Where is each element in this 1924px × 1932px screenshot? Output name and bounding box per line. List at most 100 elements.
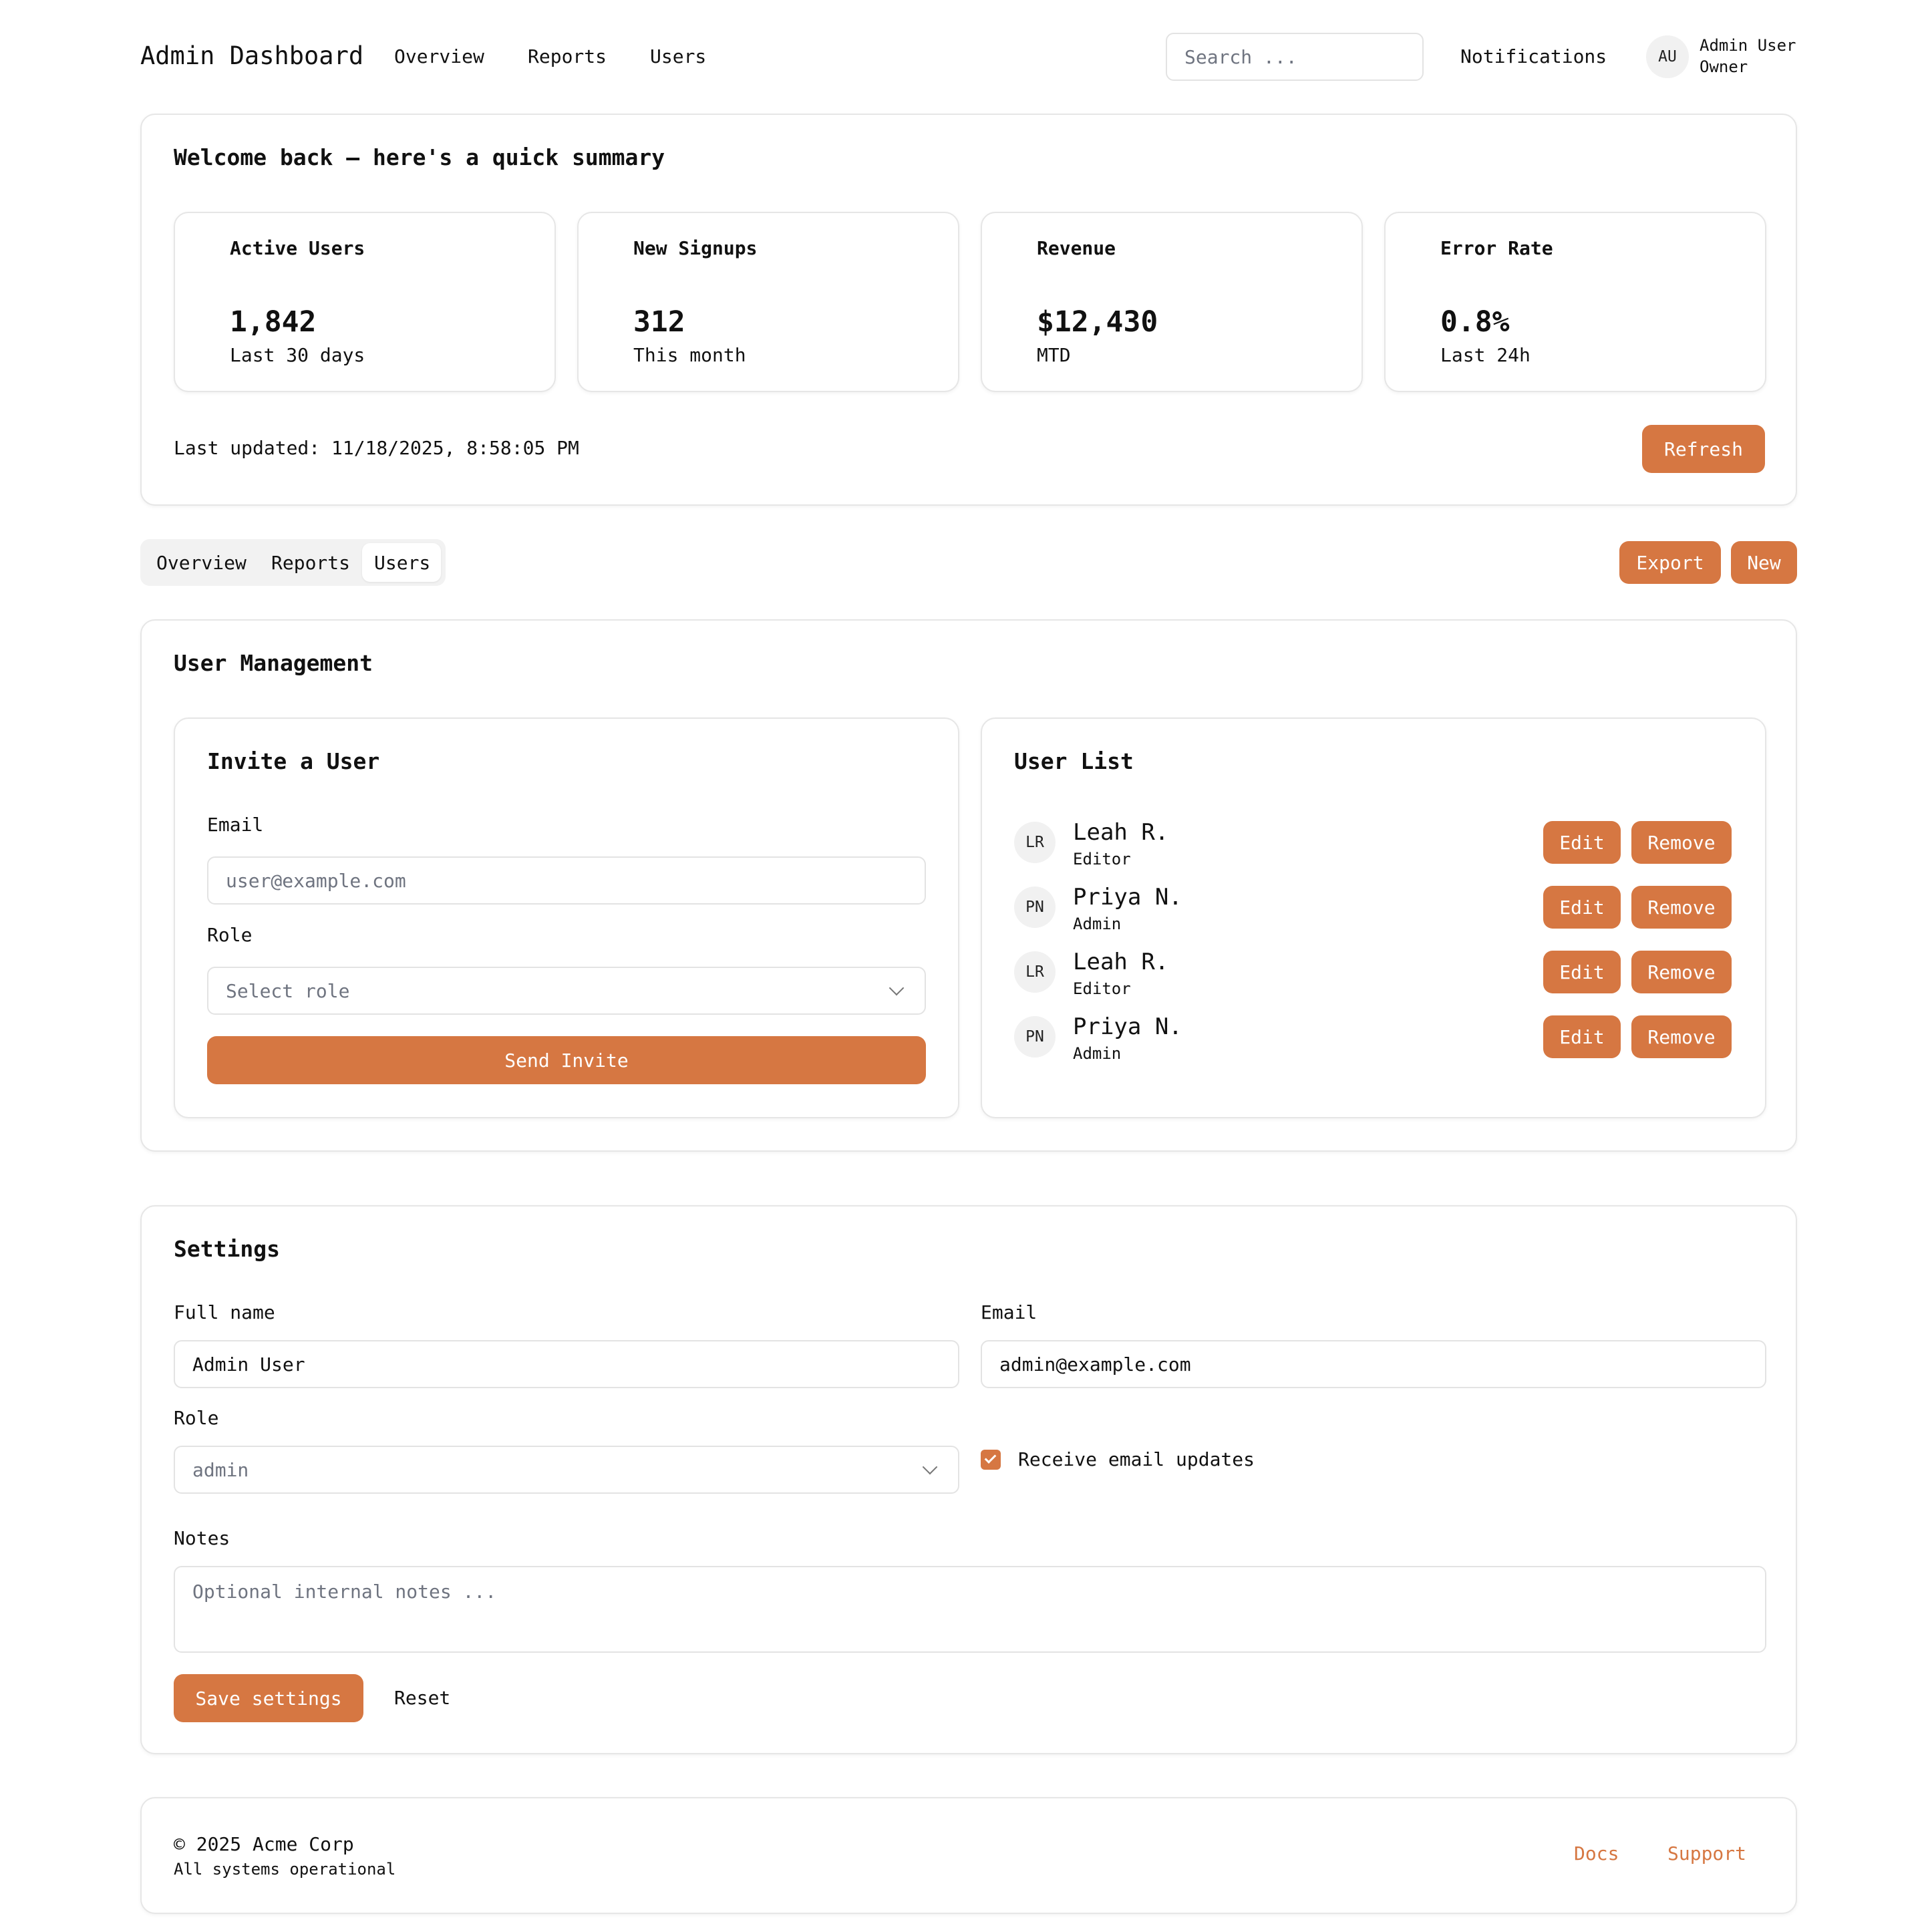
full-name-value: Admin User [192,1353,305,1376]
invite-email-label: Email [207,814,264,836]
tab-users-label: Users [374,552,431,574]
last-updated: Last updated: 11/18/2025, 8:58:05 PM [174,437,579,459]
full-name-label: Full name [174,1301,275,1323]
export-button[interactable]: Export [1619,541,1721,584]
copyright: © 2025 Acme Corp [174,1833,354,1855]
role-select[interactable]: admin [174,1446,959,1494]
user-role: Editor [1073,850,1131,868]
user-role: Admin [1073,915,1122,933]
avatar[interactable]: AU [1646,35,1689,78]
new-button[interactable]: New [1731,541,1797,584]
notes-textarea[interactable]: Optional internal notes ... [174,1566,1766,1653]
user-list-card: User List LR Leah R. Editor Edit Remove … [981,717,1766,1118]
stat-subtitle: MTD [1037,344,1071,366]
user-name: Priya N. [1073,884,1182,911]
chevron-down-icon [889,980,905,996]
support-link[interactable]: Support [1667,1842,1746,1865]
avatar: PN [1014,1016,1056,1058]
user-management-card: User Management Invite a User Email user… [140,619,1797,1152]
check-icon [984,1452,997,1464]
invite-email-placeholder: user@example.com [226,869,406,892]
settings-title: Settings [174,1236,280,1262]
user-name: Leah R. [1073,949,1169,975]
send-invite-button[interactable]: Send Invite [207,1036,926,1084]
avatar-initials: PN [1025,1028,1044,1045]
stat-title: Revenue [1037,237,1116,259]
invite-role-select[interactable]: Select role [207,967,926,1015]
search-input[interactable]: Search ... [1166,33,1424,81]
edit-button[interactable]: Edit [1543,951,1621,993]
refresh-button[interactable]: Refresh [1642,425,1765,473]
nav-overview[interactable]: Overview [394,45,484,67]
invite-email-input[interactable]: user@example.com [207,856,926,905]
full-name-field[interactable]: Admin User [174,1340,959,1388]
stat-card-active-users: Active Users 1,842 Last 30 days [174,212,556,392]
user-role: Admin [1073,1044,1122,1063]
stat-title: New Signups [633,237,758,259]
user-list-title: User List [1014,748,1134,774]
user-role: Editor [1073,979,1131,998]
invite-role-placeholder: Select role [226,979,350,1002]
avatar-initials: PN [1025,899,1044,916]
invite-title: Invite a User [207,748,380,774]
stat-subtitle: Last 30 days [230,344,365,366]
user-name: Priya N. [1073,1013,1182,1040]
stat-value: $12,430 [1037,305,1158,339]
tab-overview[interactable]: Overview [156,552,247,574]
notes-label: Notes [174,1527,230,1549]
tab-bar: Overview Reports Users [140,539,446,586]
user-role: Owner [1700,57,1748,76]
invite-role-label: Role [207,924,253,946]
stat-title: Active Users [230,237,365,259]
app-title: Admin Dashboard [140,41,364,70]
stat-value: 0.8% [1440,305,1510,339]
remove-button[interactable]: Remove [1631,821,1732,864]
email-field[interactable]: admin@example.com [981,1340,1766,1388]
docs-link[interactable]: Docs [1574,1842,1619,1865]
avatar: PN [1014,887,1056,928]
stat-title: Error Rate [1440,237,1553,259]
stat-subtitle: This month [633,344,746,366]
email-label: Email [981,1301,1037,1323]
stat-card-error-rate: Error Rate 0.8% Last 24h [1384,212,1766,392]
settings-card: Settings Full name Admin User Email admi… [140,1205,1797,1754]
remove-button[interactable]: Remove [1631,886,1732,929]
user-name: Admin User [1700,36,1796,55]
notifications-link[interactable]: Notifications [1460,45,1607,67]
save-settings-button[interactable]: Save settings [174,1674,363,1722]
nav-users[interactable]: Users [650,45,706,67]
remove-button[interactable]: Remove [1631,951,1732,993]
receive-updates-label: Receive email updates [1018,1448,1255,1470]
avatar-initials: AU [1658,48,1677,65]
footer: © 2025 Acme Corp All systems operational… [140,1797,1797,1914]
nav-reports[interactable]: Reports [528,45,607,67]
edit-button[interactable]: Edit [1543,886,1621,929]
system-status: All systems operational [174,1860,396,1879]
user-name: Leah R. [1073,819,1169,846]
avatar-initials: LR [1025,963,1044,981]
notes-placeholder: Optional internal notes ... [192,1581,497,1603]
tab-reports[interactable]: Reports [271,552,350,574]
receive-updates-checkbox[interactable] [981,1450,1001,1470]
tab-users[interactable]: Users [362,543,441,582]
avatar: LR [1014,951,1056,993]
edit-button[interactable]: Edit [1543,1015,1621,1058]
role-label: Role [174,1407,219,1429]
stat-card-new-signups: New Signups 312 This month [577,212,959,392]
search-placeholder: Search ... [1184,45,1297,68]
user-management-title: User Management [174,650,373,676]
reset-button[interactable]: Reset [394,1687,450,1709]
stat-value: 312 [633,305,685,339]
edit-button[interactable]: Edit [1543,821,1621,864]
avatar: LR [1014,822,1056,863]
summary-title: Welcome back — here's a quick summary [174,144,665,170]
remove-button[interactable]: Remove [1631,1015,1732,1058]
email-value: admin@example.com [999,1353,1191,1376]
stat-value: 1,842 [230,305,317,339]
stat-card-revenue: Revenue $12,430 MTD [981,212,1363,392]
chevron-down-icon [922,1459,938,1475]
stat-subtitle: Last 24h [1440,344,1531,366]
summary-card: Welcome back — here's a quick summary Ac… [140,114,1797,506]
invite-user-card: Invite a User Email user@example.com Rol… [174,717,959,1118]
role-value: admin [192,1458,249,1481]
